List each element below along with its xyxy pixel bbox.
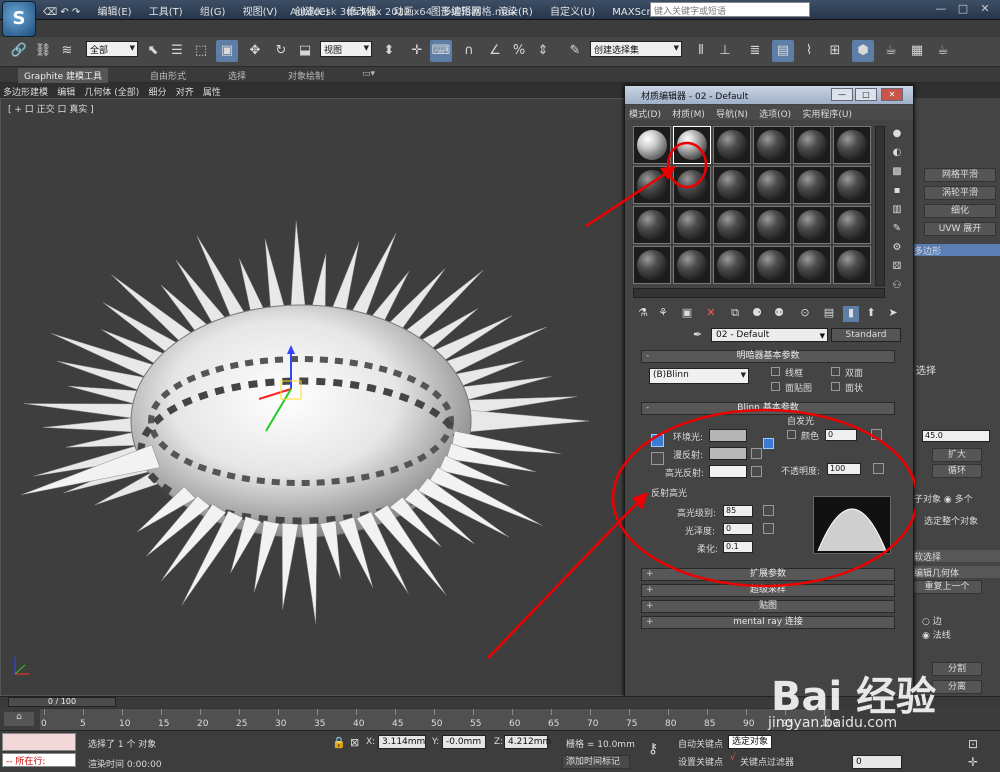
track-tick: [590, 709, 591, 715]
track-tick-label: 70: [587, 719, 599, 729]
track-tick-label: 25: [236, 719, 248, 729]
set-key-button[interactable]: 设置关键点: [678, 755, 723, 768]
track-tick: [239, 709, 240, 715]
track-tick-label: 75: [626, 719, 638, 729]
mini-listener-icon[interactable]: ⌂: [4, 712, 34, 726]
track-tick-label: 15: [158, 719, 170, 729]
track-bar[interactable]: 0 5 10 15 20 25 30 35 40 45 50 55 60 65 70 75 80 85 90 95 10…: [40, 708, 838, 730]
track-tick: [668, 709, 669, 715]
track-tick: [473, 709, 474, 715]
x-label: X:: [366, 737, 376, 747]
track-tick: [551, 709, 552, 715]
track-tick: [629, 709, 630, 715]
track-tick: [44, 709, 45, 715]
key-filter-icon[interactable]: √: [730, 753, 736, 763]
selection-lock-icon[interactable]: 🔒: [332, 736, 346, 749]
track-tick: [122, 709, 123, 715]
y-coord-field[interactable]: -0.0mm: [442, 735, 486, 749]
track-tick-label: 65: [548, 719, 560, 729]
track-tick-label: 50: [431, 719, 443, 729]
track-tick-label: 90: [743, 719, 755, 729]
track-tick-label: 35: [314, 719, 326, 729]
track-tick: [200, 709, 201, 715]
status-line-field[interactable]: -- 所在行:: [2, 753, 76, 767]
grid-status: 栅格 = 10.0mm: [566, 740, 635, 750]
selection-status: 选择了 1 个 对象: [88, 740, 157, 750]
track-tick: [317, 709, 318, 715]
watermark-url: jingyan.baidu.com: [768, 715, 898, 731]
auto-key-button[interactable]: 自动关键点: [678, 737, 723, 750]
x-coord-field[interactable]: 3.114mm: [378, 735, 426, 749]
y-label: Y:: [432, 737, 440, 747]
track-tick: [512, 709, 513, 715]
time-slider-frame[interactable]: 0 / 100: [8, 697, 116, 707]
track-tick-label: 45: [392, 719, 404, 729]
track-tick-label: 20: [197, 719, 209, 729]
absolute-mode-icon[interactable]: ⊠: [350, 736, 359, 749]
track-tick: [278, 709, 279, 715]
track-tick: [161, 709, 162, 715]
key-filters-button[interactable]: 关键点过滤器: [740, 755, 794, 768]
track-tick-label: 30: [275, 719, 287, 729]
track-tick: [434, 709, 435, 715]
track-tick: [707, 709, 708, 715]
track-tick: [356, 709, 357, 715]
track-tick-label: 10: [119, 719, 131, 729]
baidu-watermark: Bai 经验 jingyan.baidu.com: [763, 660, 1000, 745]
track-tick: [83, 709, 84, 715]
z-coord-field[interactable]: 4.212mm: [504, 735, 551, 749]
current-frame-field[interactable]: 0: [852, 755, 902, 769]
track-tick-label: 85: [704, 719, 716, 729]
track-tick-label: 5: [80, 719, 86, 729]
orbit-icon[interactable]: ✛: [968, 755, 978, 769]
track-tick-label: 55: [470, 719, 482, 729]
annotation-arrows: [487, 166, 676, 659]
app-logo-icon[interactable]: S: [2, 1, 36, 37]
watermark-brand: Bai 经验: [771, 674, 937, 720]
add-time-tag-button[interactable]: 添加时间标记: [562, 755, 630, 769]
track-tick: [395, 709, 396, 715]
track-tick-label: 80: [665, 719, 677, 729]
render-time-status: 渲染时间 0:00:00: [88, 760, 162, 770]
track-tick: [746, 709, 747, 715]
maxscript-listener[interactable]: [2, 733, 76, 751]
track-tick-label: 0: [41, 719, 47, 729]
z-label: Z:: [494, 737, 504, 747]
key-icon[interactable]: ⚷: [648, 741, 658, 757]
track-tick-label: 60: [509, 719, 521, 729]
track-tick-label: 40: [353, 719, 365, 729]
